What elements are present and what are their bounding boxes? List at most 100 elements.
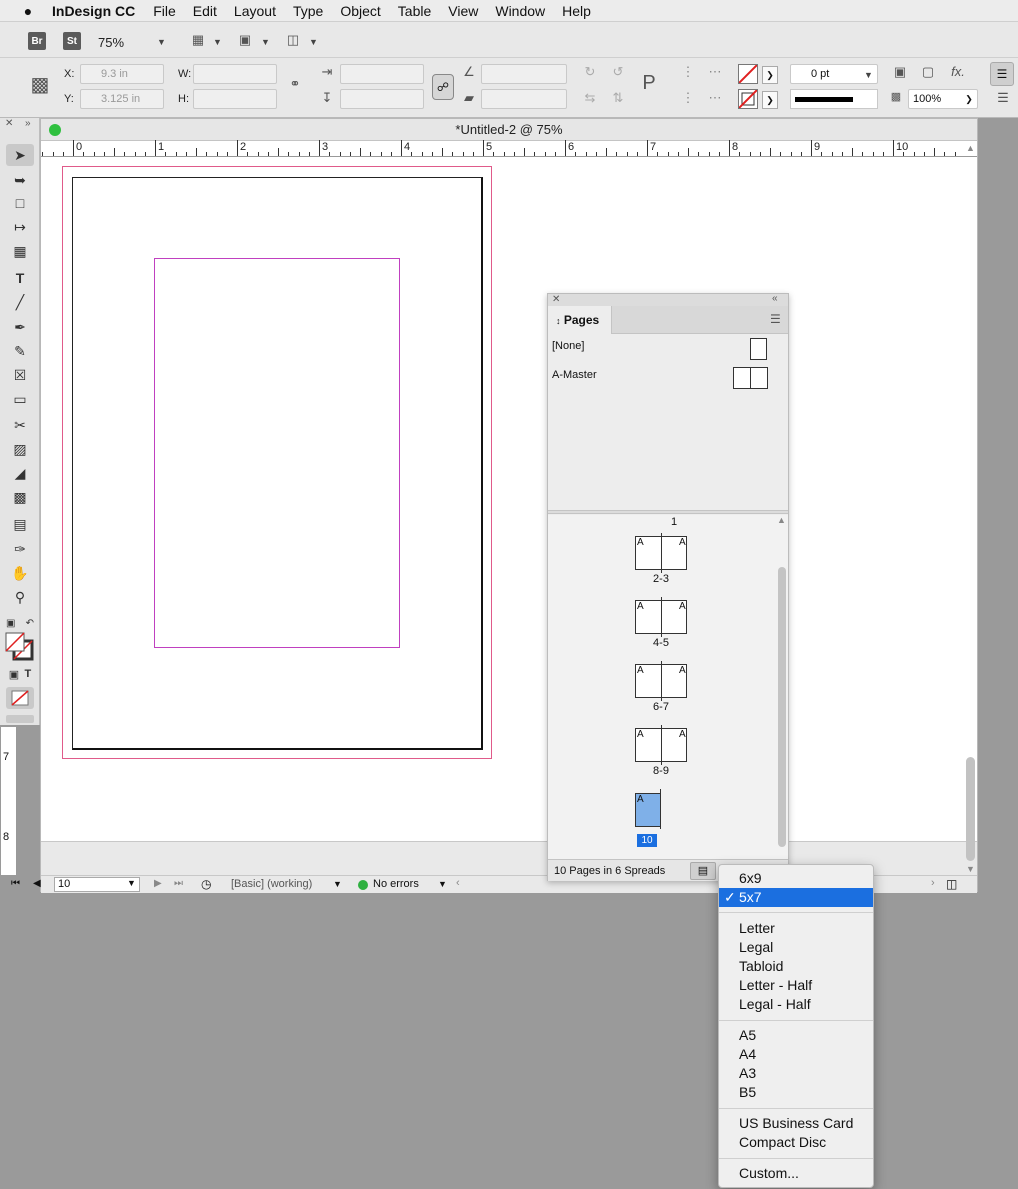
stroke-type-select[interactable] <box>790 89 878 109</box>
scale-y-field[interactable] <box>340 89 424 109</box>
effects-fx-icon[interactable]: fx. <box>946 64 970 79</box>
rectangle-frame-tool-icon[interactable]: ☒ <box>6 364 34 386</box>
current-page-thumb[interactable]: A <box>635 793 661 827</box>
control-panel-options-icon[interactable]: ☰ <box>992 90 1014 106</box>
page-thumb[interactable]: AA <box>635 533 687 573</box>
select-content-icon[interactable]: ⋯ <box>705 64 725 80</box>
zoom-level[interactable]: 75% <box>98 35 124 50</box>
edit-page-size-button[interactable]: ▤ <box>690 862 716 880</box>
type-tool-icon[interactable]: T <box>6 267 34 289</box>
rotate-ccw-icon[interactable]: ↺ <box>608 64 628 80</box>
rotation-field[interactable] <box>481 64 567 84</box>
menu-item-letter[interactable]: Letter <box>719 919 873 938</box>
menu-item-a5[interactable]: A5 <box>719 1026 873 1045</box>
zoom-window-button[interactable] <box>49 124 61 136</box>
pen-tool-icon[interactable]: ✒ <box>6 316 34 338</box>
collapse-icon[interactable]: « <box>772 293 778 304</box>
scissors-tool-icon[interactable]: ✂ <box>6 414 34 436</box>
opacity-arrow-button[interactable]: ❯ <box>962 91 976 107</box>
panel-divider[interactable] <box>548 510 788 514</box>
menu-window[interactable]: Window <box>495 3 545 19</box>
stroke-swatch-menu-button[interactable]: ❯ <box>762 91 778 109</box>
tab-pages[interactable]: ↕ Pages <box>548 306 612 334</box>
menu-item-us-business-card[interactable]: US Business Card <box>719 1114 873 1133</box>
drop-shadow-icon[interactable]: ▣ <box>890 64 910 80</box>
menu-file[interactable]: File <box>153 3 176 19</box>
height-field[interactable] <box>193 89 277 109</box>
y-field[interactable]: 3.125 in <box>80 89 164 109</box>
chevron-down-icon[interactable]: ▼ <box>333 879 342 889</box>
reference-point-icon[interactable]: ▩ <box>26 72 54 97</box>
bridge-button[interactable]: Br <box>28 32 46 50</box>
chevron-down-icon[interactable]: ▼ <box>261 37 270 47</box>
master-a[interactable]: A-Master <box>552 369 597 381</box>
chevron-down-icon[interactable]: ▼ <box>157 37 166 47</box>
open-preflight-icon[interactable]: ◷ <box>201 877 211 891</box>
menu-item-a3[interactable]: A3 <box>719 1064 873 1083</box>
rectangle-tool-icon[interactable]: ▭ <box>6 388 34 410</box>
free-transform-tool-icon[interactable]: ▨ <box>6 438 34 460</box>
flip-vertical-icon[interactable]: ⇅ <box>608 90 628 106</box>
scale-x-field[interactable] <box>340 64 424 84</box>
menu-help[interactable]: Help <box>562 3 591 19</box>
scroll-right-icon[interactable]: › <box>931 877 935 889</box>
direct-selection-tool-icon[interactable]: ➥ <box>6 169 34 191</box>
screen-mode-button[interactable] <box>6 715 34 723</box>
app-menu[interactable]: InDesign CC <box>52 3 135 19</box>
select-next-icon[interactable]: ⋯ <box>705 90 725 106</box>
scroll-up-icon[interactable]: ▲ <box>966 143 975 153</box>
scroll-down-icon[interactable]: ▼ <box>966 864 975 874</box>
preflight-profile[interactable]: [Basic] (working) <box>231 878 312 890</box>
menu-item-6x9[interactable]: 6x9 <box>719 869 873 888</box>
chevron-down-icon[interactable]: ▼ <box>864 70 873 80</box>
menu-item-b5[interactable]: B5 <box>719 1083 873 1102</box>
chevron-down-icon[interactable]: ▼ <box>213 37 222 47</box>
menu-object[interactable]: Object <box>340 3 380 19</box>
previous-page-icon[interactable]: ◀ <box>33 878 41 889</box>
chevron-down-icon[interactable]: ▼ <box>127 878 136 888</box>
menu-type[interactable]: Type <box>293 3 323 19</box>
fill-swatch[interactable] <box>738 64 758 84</box>
shear-field[interactable] <box>481 89 567 109</box>
collapse-icon[interactable]: » <box>25 118 31 129</box>
constrain-proportions-icon[interactable]: ⚭ <box>286 76 304 92</box>
gradient-swatch-tool-icon[interactable]: ◢ <box>6 462 34 484</box>
eyedropper-tool-icon[interactable]: ✑ <box>6 538 34 560</box>
zoom-tool-icon[interactable]: ⚲ <box>6 586 34 608</box>
width-field[interactable] <box>193 64 277 84</box>
pages-scrollbar[interactable] <box>778 567 786 847</box>
menu-edit[interactable]: Edit <box>193 3 217 19</box>
menu-item-legal[interactable]: Legal <box>719 938 873 957</box>
horizontal-ruler[interactable]: 0 1 2 3 4 5 6 7 8 9 10 <box>41 140 977 157</box>
last-page-icon[interactable]: ⏭ <box>174 878 183 889</box>
gradient-feather-tool-icon[interactable]: ▩ <box>6 486 34 508</box>
menu-item-5x7[interactable]: ✓ 5x7 <box>719 888 873 907</box>
x-field[interactable]: 9.3 in <box>80 64 164 84</box>
swap-fill-stroke-icon[interactable]: ▣ ↶ <box>6 612 34 634</box>
apple-icon[interactable]: ● <box>20 3 36 19</box>
scroll-up-icon[interactable]: ▲ <box>777 515 786 525</box>
arrange-documents-icon[interactable]: ◫ <box>282 32 304 48</box>
vertical-scrollbar[interactable] <box>966 757 975 861</box>
close-icon[interactable]: ✕ <box>5 118 13 129</box>
content-collector-icon[interactable]: ▦ <box>6 240 34 262</box>
line-tool-icon[interactable]: ╱ <box>6 291 34 313</box>
menu-item-letter-half[interactable]: Letter - Half <box>719 976 873 995</box>
page-thumb[interactable]: AA <box>635 597 687 637</box>
formatting-affects-icon[interactable]: ▣ T <box>6 663 34 685</box>
fill-stroke-proxy[interactable] <box>5 632 35 662</box>
rotate-cw-icon[interactable]: ↻ <box>580 64 600 80</box>
hand-tool-icon[interactable]: ✋ <box>6 562 34 584</box>
page-tool-icon[interactable]: □ <box>6 192 34 214</box>
panel-menu-icon[interactable]: ☰ <box>990 62 1014 86</box>
fill-swatch-menu-button[interactable]: ❯ <box>762 66 778 84</box>
menu-item-custom[interactable]: Custom... <box>719 1164 873 1183</box>
page-thumb[interactable]: AA <box>635 661 687 701</box>
note-tool-icon[interactable]: ▤ <box>6 513 34 535</box>
apply-none-button[interactable] <box>6 687 34 709</box>
next-page-icon[interactable]: ▶ <box>154 878 162 889</box>
scroll-left-icon[interactable]: ‹ <box>456 877 460 889</box>
split-window-icon[interactable]: ◫ <box>946 877 957 891</box>
chain-link-icon[interactable]: ☍ <box>432 74 454 100</box>
drop-shadow-toggle-icon[interactable]: ▢ <box>918 64 938 80</box>
